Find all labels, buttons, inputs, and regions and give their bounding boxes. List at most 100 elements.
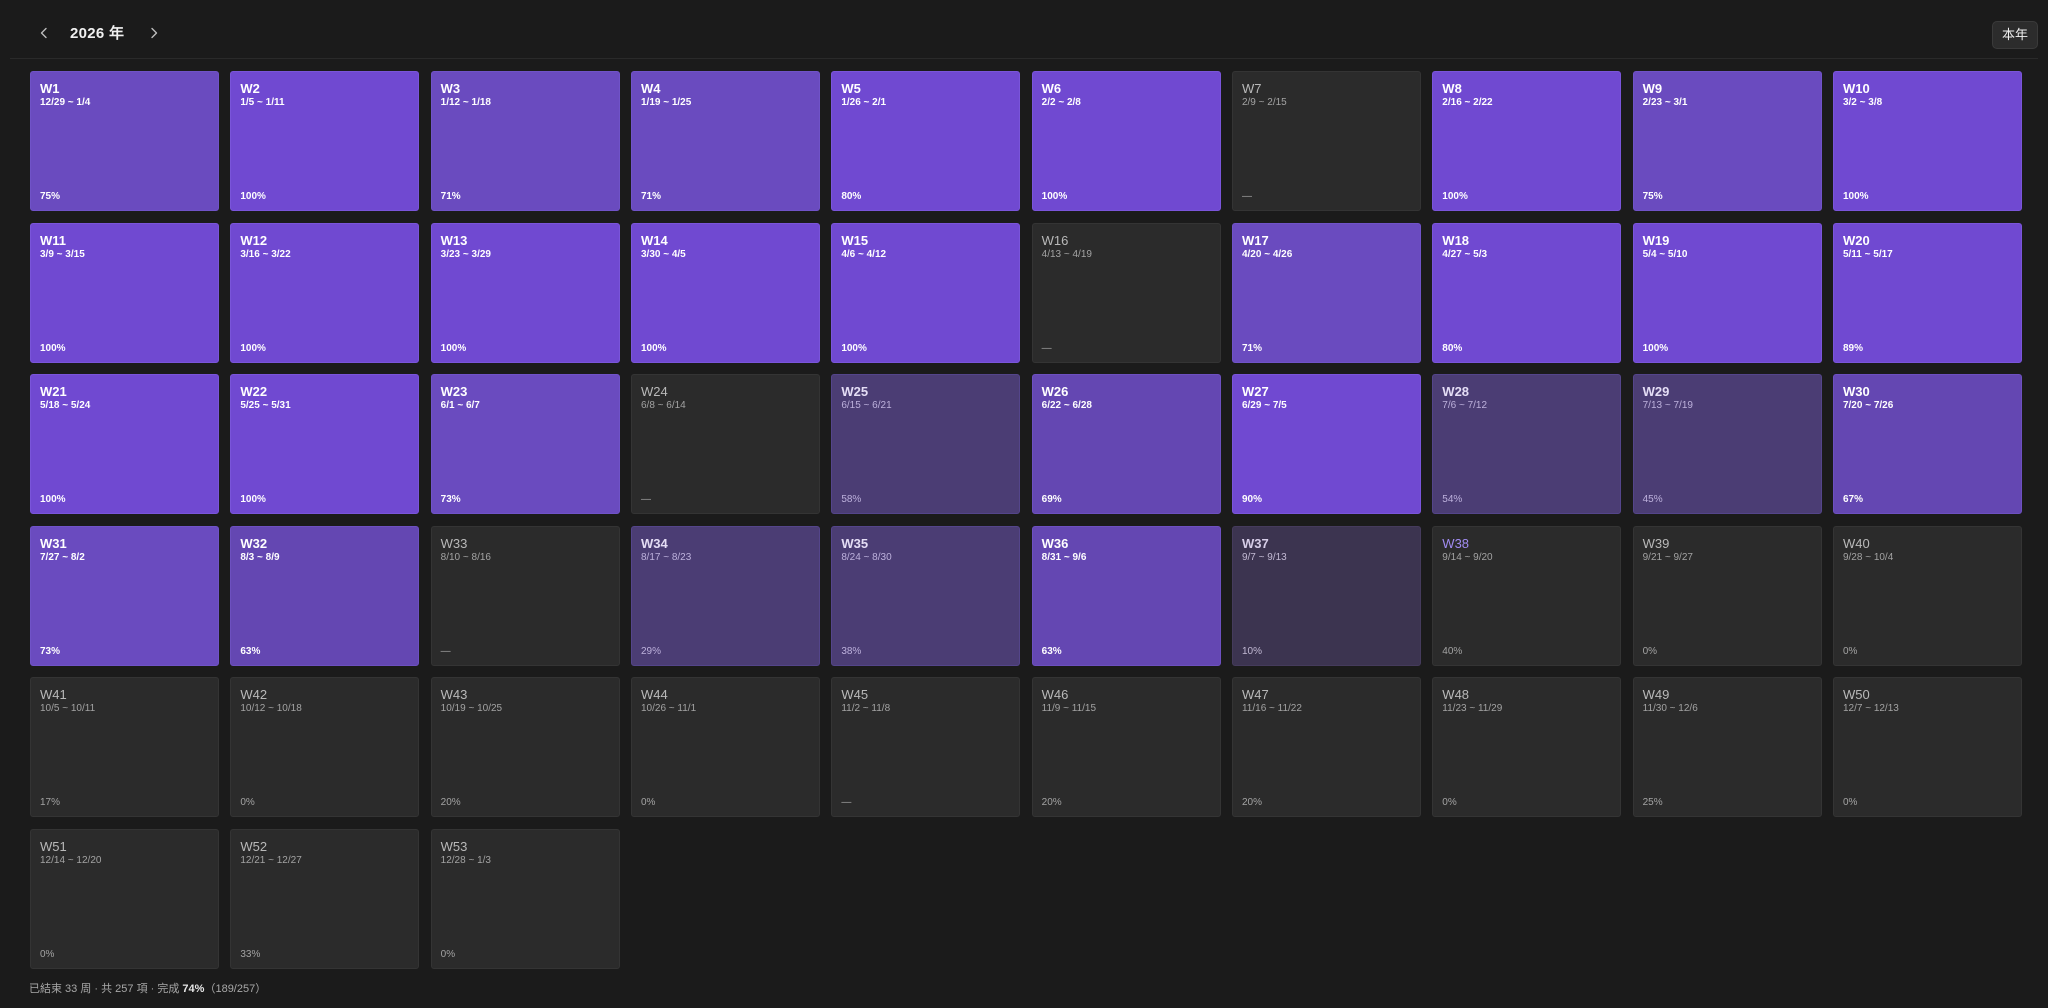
week-label: W20 <box>1842 232 1870 248</box>
week-label: W42 <box>240 687 268 703</box>
week-card[interactable]: W6 2/2 ~ 2/8 100% <box>1031 71 1221 211</box>
week-card[interactable]: W25 6/15 ~ 6/21 58% <box>831 374 1021 515</box>
week-completion: 20% <box>1041 797 1062 809</box>
week-card[interactable]: W18 4/27 ~ 5/3 80% <box>1432 222 1622 363</box>
week-label: W45 <box>841 687 869 703</box>
week-card[interactable]: W9 2/23 ~ 3/1 75% <box>1632 71 1822 211</box>
week-label: W33 <box>440 535 468 551</box>
week-card[interactable]: W34 8/17 ~ 8/23 29% <box>630 525 820 666</box>
week-date-range: 11/30 ~ 12/6 <box>1642 703 1698 715</box>
summary-prefix: 已結束 33 周 · 共 257 項 · 完成 <box>29 983 183 995</box>
week-card[interactable]: W44 10/26 ~ 11/1 0% <box>630 677 820 818</box>
week-card[interactable]: W10 3/2 ~ 3/8 100% <box>1832 71 2022 211</box>
week-card[interactable]: W1 12/29 ~ 1/4 75% <box>30 71 219 211</box>
week-card[interactable]: W51 12/14 ~ 12/20 0% <box>30 828 219 969</box>
week-card[interactable]: W38 9/14 ~ 9/20 40% <box>1432 525 1622 666</box>
previous-year-button[interactable] <box>30 19 58 47</box>
week-completion: 0% <box>440 948 456 960</box>
week-card[interactable]: W26 6/22 ~ 6/28 69% <box>1031 374 1221 515</box>
week-date-range: 6/1 ~ 6/7 <box>440 400 480 412</box>
week-label: W52 <box>240 838 268 854</box>
week-completion: 20% <box>440 797 461 809</box>
week-card[interactable]: W21 5/18 ~ 5/24 100% <box>30 374 219 515</box>
week-card[interactable]: W32 8/3 ~ 8/9 63% <box>230 525 420 666</box>
week-date-range: 12/28 ~ 1/3 <box>440 854 491 866</box>
week-date-range: 10/26 ~ 11/1 <box>640 703 697 715</box>
week-card[interactable]: W13 3/23 ~ 3/29 100% <box>430 222 620 363</box>
week-card[interactable]: W8 2/16 ~ 2/22 100% <box>1432 71 1622 211</box>
week-date-range: 7/27 ~ 8/2 <box>40 551 85 563</box>
week-label: W10 <box>1842 81 1870 96</box>
week-date-range: 8/3 ~ 8/9 <box>240 551 280 563</box>
week-completion: 33% <box>240 948 261 960</box>
week-card[interactable]: W43 10/19 ~ 10/25 20% <box>430 677 620 818</box>
week-label: W31 <box>40 535 67 551</box>
week-card[interactable]: W33 8/10 ~ 8/16 — <box>430 525 620 666</box>
week-completion: 71% <box>440 191 461 202</box>
week-label: W35 <box>841 535 869 551</box>
week-card[interactable]: W22 5/25 ~ 5/31 100% <box>230 374 420 515</box>
week-card[interactable]: W24 6/8 ~ 6/14 — <box>630 374 820 515</box>
week-card[interactable]: W46 11/9 ~ 11/15 20% <box>1031 677 1221 818</box>
week-card[interactable]: W31 7/27 ~ 8/2 73% <box>30 525 219 666</box>
week-completion: 67% <box>1842 494 1863 506</box>
week-card[interactable]: W2 1/5 ~ 1/11 100% <box>230 71 420 211</box>
week-card[interactable]: W28 7/6 ~ 7/12 54% <box>1432 374 1622 515</box>
week-card[interactable]: W35 8/24 ~ 8/30 38% <box>831 525 1021 666</box>
week-label: W17 <box>1241 232 1269 248</box>
week-card[interactable]: W40 9/28 ~ 10/4 0% <box>1832 525 2022 666</box>
week-card[interactable]: W37 9/7 ~ 9/13 10% <box>1231 525 1421 666</box>
week-card[interactable]: W48 11/23 ~ 11/29 0% <box>1432 677 1622 818</box>
week-card[interactable]: W23 6/1 ~ 6/7 73% <box>430 374 620 515</box>
week-card[interactable]: W47 11/16 ~ 11/22 20% <box>1231 677 1421 818</box>
week-card[interactable]: W36 8/31 ~ 9/6 63% <box>1031 525 1221 666</box>
week-card[interactable]: W42 10/12 ~ 10/18 0% <box>230 677 420 818</box>
week-label: W38 <box>1442 535 1470 551</box>
week-label: W51 <box>40 838 67 854</box>
week-date-range: 6/8 ~ 6/14 <box>640 400 686 412</box>
week-label: W3 <box>440 81 461 96</box>
week-label: W37 <box>1241 535 1269 551</box>
week-completion: 0% <box>1442 797 1457 809</box>
week-date-range: 6/29 ~ 7/5 <box>1241 400 1287 412</box>
week-completion: 69% <box>1041 494 1062 506</box>
week-completion: 29% <box>640 645 661 657</box>
week-completion: 54% <box>1442 494 1463 506</box>
week-completion: 100% <box>1842 191 1869 202</box>
summary-suffix: （189/257） <box>204 983 267 995</box>
week-card[interactable]: W12 3/16 ~ 3/22 100% <box>230 222 420 363</box>
week-completion: 0% <box>1842 645 1858 657</box>
summary-percent: 74% <box>182 983 205 995</box>
week-label: W12 <box>240 232 268 248</box>
next-year-button[interactable] <box>140 19 168 47</box>
week-card[interactable]: W52 12/21 ~ 12/27 33% <box>230 828 420 969</box>
week-completion: — <box>1241 191 1252 202</box>
week-card[interactable]: W11 3/9 ~ 3/15 100% <box>30 222 219 363</box>
week-card[interactable]: W50 12/7 ~ 12/13 0% <box>1832 677 2022 818</box>
week-date-range: 1/5 ~ 1/11 <box>240 97 285 108</box>
week-card[interactable]: W15 4/6 ~ 4/12 100% <box>831 222 1021 363</box>
week-card[interactable]: W5 1/26 ~ 2/1 80% <box>831 71 1021 211</box>
week-card[interactable]: W14 3/30 ~ 4/5 100% <box>630 222 820 363</box>
week-card[interactable]: W45 11/2 ~ 11/8 — <box>831 677 1021 818</box>
week-card[interactable]: W20 5/11 ~ 5/17 89% <box>1832 222 2022 363</box>
week-card[interactable]: W4 1/19 ~ 1/25 71% <box>630 71 820 211</box>
week-card[interactable]: W41 10/5 ~ 10/11 17% <box>30 677 219 818</box>
week-card[interactable]: W16 4/13 ~ 4/19 — <box>1031 222 1221 363</box>
week-label: W30 <box>1842 384 1870 400</box>
week-label: W26 <box>1041 384 1069 400</box>
week-card[interactable]: W29 7/13 ~ 7/19 45% <box>1632 374 1822 515</box>
week-card[interactable]: W3 1/12 ~ 1/18 71% <box>430 71 620 211</box>
week-card[interactable]: W30 7/20 ~ 7/26 67% <box>1832 374 2022 515</box>
week-card[interactable]: W7 2/9 ~ 2/15 — <box>1231 71 1421 211</box>
week-card[interactable]: W53 12/28 ~ 1/3 0% <box>430 828 620 969</box>
this-year-button[interactable]: 本年 <box>1991 21 2038 49</box>
week-card[interactable]: W49 11/30 ~ 12/6 25% <box>1632 677 1822 818</box>
week-card[interactable]: W19 5/4 ~ 5/10 100% <box>1632 222 1822 363</box>
week-card[interactable]: W39 9/21 ~ 9/27 0% <box>1632 525 1822 666</box>
week-card[interactable]: W17 4/20 ~ 4/26 71% <box>1231 222 1421 363</box>
week-label: W18 <box>1442 232 1470 248</box>
week-completion: 100% <box>1642 342 1669 354</box>
week-date-range: 7/6 ~ 7/12 <box>1442 400 1488 412</box>
week-card[interactable]: W27 6/29 ~ 7/5 90% <box>1231 374 1421 515</box>
